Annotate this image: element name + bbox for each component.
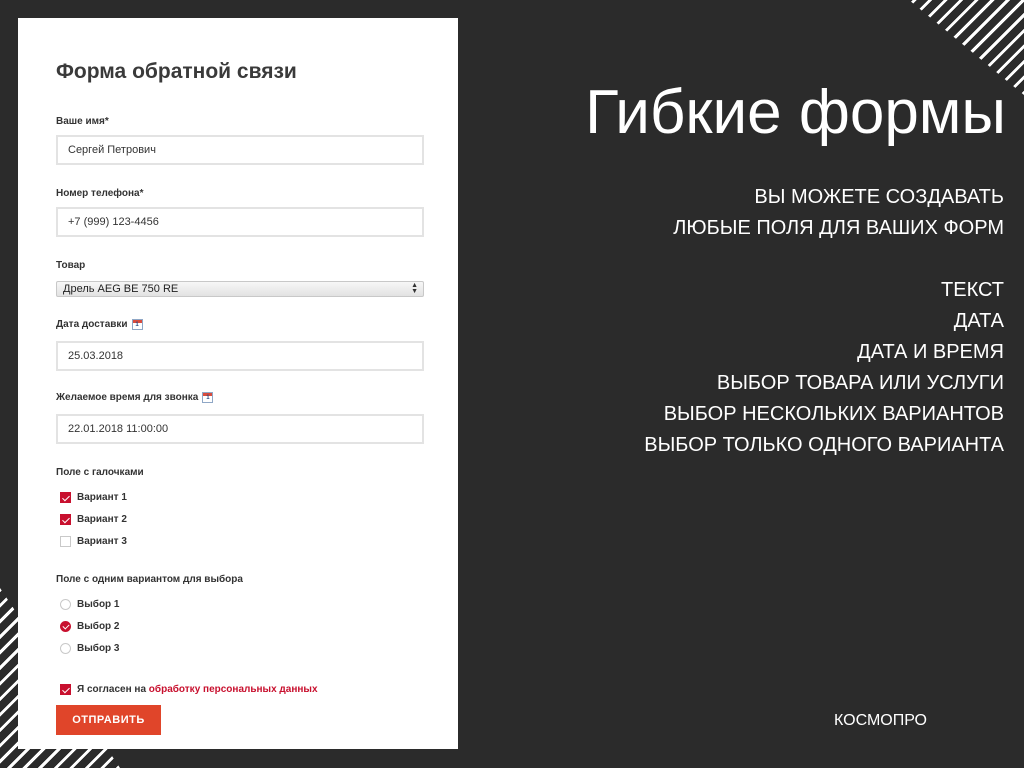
checkbox-option-3[interactable]: Вариант 3 (60, 536, 127, 547)
checkbox-group-label: Поле с галочками (56, 467, 144, 478)
delivery-date-label: Дата доставки (56, 319, 128, 330)
name-input[interactable] (56, 135, 424, 165)
radio-option-3[interactable]: Выбор 3 (60, 643, 120, 654)
name-label: Ваше имя* (56, 116, 109, 127)
consent-row[interactable]: Я согласен на обработку персональных дан… (60, 684, 318, 695)
call-time-label: Желаемое время для звонка (56, 392, 199, 403)
checkbox-unchecked[interactable] (60, 536, 71, 547)
product-select-value: Дрель AEG BE 750 RE (63, 283, 179, 295)
calendar-icon[interactable]: 1 (131, 319, 143, 330)
checkbox-checked[interactable] (60, 492, 71, 503)
hero-title: Гибкие формы (585, 78, 1006, 147)
feature-item: ВЫБОР ТОЛЬКО ОДНОГО ВАРИАНТА (644, 434, 1004, 456)
feature-item: ДАТА И ВРЕМЯ (857, 341, 1004, 363)
checkbox-label: Вариант 3 (77, 536, 127, 547)
feature-item: ВЫБОР НЕСКОЛЬКИХ ВАРИАНТОВ (663, 403, 1004, 425)
delivery-date-label-row: Дата доставки 1 (56, 319, 143, 330)
select-arrows-icon: ▲ ▼ (411, 282, 418, 295)
feature-item: ТЕКСТ (941, 279, 1004, 301)
checkbox-option-1[interactable]: Вариант 1 (60, 492, 127, 503)
product-label: Товар (56, 260, 86, 271)
brand-name: КОСМОПРО (834, 712, 927, 729)
call-time-label-row: Желаемое время для звонка 1 (56, 392, 214, 403)
product-select[interactable]: Дрель AEG BE 750 RE ▲ ▼ (56, 281, 424, 297)
intro-line: ВЫ МОЖЕТЕ СОЗДАВАТЬ (754, 186, 1004, 208)
radio-unselected[interactable] (60, 643, 71, 654)
form-title: Форма обратной связи (56, 60, 297, 83)
delivery-date-input[interactable] (56, 341, 424, 371)
feedback-form-card: Форма обратной связи Ваше имя* Номер тел… (18, 18, 458, 749)
call-time-input[interactable] (56, 414, 424, 444)
submit-button[interactable]: ОТПРАВИТЬ (56, 705, 161, 735)
intro-line: ЛЮБЫЕ ПОЛЯ ДЛЯ ВАШИХ ФОРМ (673, 217, 1004, 239)
features-list: ВЫ МОЖЕТЕ СОЗДАВАТЬ ЛЮБЫЕ ПОЛЯ ДЛЯ ВАШИХ… (644, 182, 1004, 461)
phone-input[interactable] (56, 207, 424, 237)
feature-item: ДАТА (953, 310, 1004, 332)
radio-group-label: Поле с одним вариантом для выбора (56, 574, 243, 585)
calendar-icon[interactable]: 1 (202, 392, 214, 403)
feature-item: ВЫБОР ТОВАРА ИЛИ УСЛУГИ (716, 372, 1004, 394)
consent-link[interactable]: обработку персональных данных (149, 684, 318, 695)
checkbox-label: Вариант 2 (77, 514, 127, 525)
radio-label: Выбор 1 (77, 599, 120, 610)
checkbox-option-2[interactable]: Вариант 2 (60, 514, 127, 525)
radio-unselected[interactable] (60, 599, 71, 610)
radio-label: Выбор 3 (77, 643, 120, 654)
radio-label: Выбор 2 (77, 621, 120, 632)
consent-text: Я согласен на обработку персональных дан… (77, 684, 318, 695)
radio-option-2[interactable]: Выбор 2 (60, 621, 120, 632)
checkbox-label: Вариант 1 (77, 492, 127, 503)
checkbox-checked[interactable] (60, 514, 71, 525)
radio-option-1[interactable]: Выбор 1 (60, 599, 120, 610)
phone-label: Номер телефона* (56, 188, 144, 199)
consent-checkbox[interactable] (60, 684, 71, 695)
radio-selected[interactable] (60, 621, 71, 632)
